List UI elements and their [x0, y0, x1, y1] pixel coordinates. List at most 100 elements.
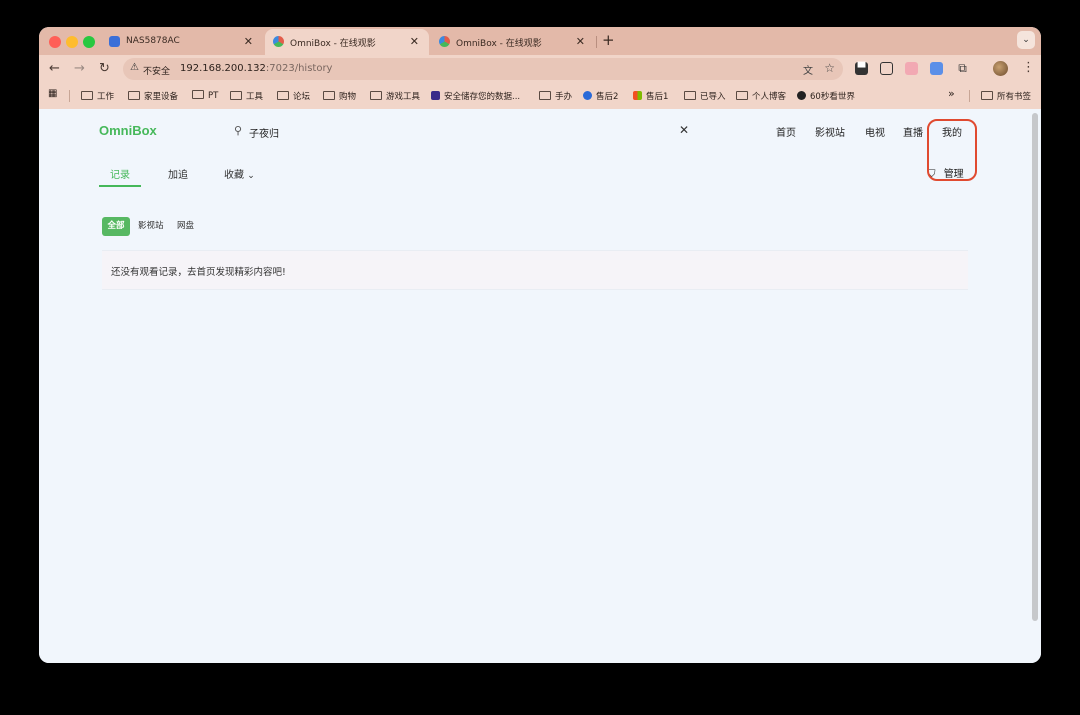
search-bar[interactable]: ⚲ 子夜归 ✕	[234, 123, 689, 141]
bookmark-link[interactable]: 60秒看世界	[797, 90, 855, 102]
omnibox-favicon-icon	[439, 36, 450, 47]
arrow-left-icon[interactable]: ←	[49, 61, 60, 76]
tab-search-button[interactable]: ⌄	[1017, 31, 1035, 49]
menu-kebab-icon[interactable]: ⋮	[1022, 60, 1035, 75]
tab-title: OmniBox - 在线观影	[456, 39, 542, 49]
tab-separator	[596, 36, 597, 48]
bookmark-label: 手办	[555, 92, 573, 102]
highlight-annotation-box	[927, 119, 977, 181]
bookmark-label: 安全储存您的数据...	[444, 92, 521, 102]
bookmark-folder[interactable]: 已导入	[684, 90, 726, 102]
bookmark-label: 游戏工具	[386, 92, 421, 102]
bookmark-folder[interactable]: 手办	[539, 90, 572, 102]
bookmark-label: 所有书签	[997, 92, 1032, 102]
reload-icon[interactable]: ↻	[99, 61, 110, 76]
folder-icon	[230, 91, 242, 100]
all-bookmarks-folder[interactable]: 所有书签	[981, 90, 1031, 102]
tab-history[interactable]: 记录	[110, 166, 130, 181]
search-input[interactable]: 子夜归	[249, 125, 279, 140]
url-host: 192.168.200.132	[180, 63, 266, 74]
tab-strip: NAS5878AC ✕ OmniBox - 在线观影 ✕ OmniBox - 在…	[39, 27, 1041, 55]
page-scrollbar[interactable]	[1032, 113, 1038, 621]
folder-icon	[736, 91, 748, 100]
bookmark-label: PT	[208, 91, 219, 101]
filter-all[interactable]: 全部	[102, 217, 130, 236]
close-tab-icon[interactable]: ✕	[244, 35, 253, 48]
tab-favorites[interactable]: 收藏 ⌄	[224, 166, 255, 181]
bookmark-folder[interactable]: 个人博客	[736, 90, 786, 102]
url-text[interactable]: 192.168.200.132:7023/history	[180, 63, 332, 74]
translate-icon[interactable]: 文	[803, 62, 813, 77]
nav-live[interactable]: 直播	[903, 124, 923, 139]
chevron-down-icon: ⌄	[247, 171, 255, 181]
new-tab-button[interactable]: +	[602, 31, 615, 49]
nav-home[interactable]: 首页	[776, 124, 796, 139]
empty-message: 还没有观看记录，去首页发现精彩内容吧!	[111, 267, 286, 278]
folder-icon	[277, 91, 289, 100]
clear-search-icon[interactable]: ✕	[679, 123, 689, 137]
folder-icon	[370, 91, 382, 100]
security-label[interactable]: 不安全	[143, 64, 170, 77]
address-bar[interactable]: ⚠ 不安全 192.168.200.132:7023/history 文 ☆	[123, 58, 843, 80]
folder-icon	[981, 91, 993, 100]
browser-window: NAS5878AC ✕ OmniBox - 在线观影 ✕ OmniBox - 在…	[39, 27, 1041, 663]
tab-following[interactable]: 加追	[168, 166, 188, 181]
bookmark-separator	[69, 90, 70, 102]
arrow-right-icon[interactable]: →	[74, 61, 85, 76]
apps-grid-icon[interactable]: ▦	[48, 88, 57, 99]
bookmark-label: 购物	[339, 92, 357, 102]
news-icon	[797, 91, 806, 100]
folder-icon	[684, 91, 696, 100]
bookmark-folder[interactable]: 游戏工具	[370, 90, 420, 102]
app-logo[interactable]: OmniBox	[99, 123, 157, 138]
bookmark-label: 家里设备	[144, 92, 179, 102]
minimize-window-button[interactable]	[66, 36, 78, 48]
profile-avatar[interactable]	[993, 61, 1008, 76]
maximize-window-button[interactable]	[83, 36, 95, 48]
blue-extension-icon[interactable]	[930, 62, 943, 75]
empty-history-panel: 还没有观看记录，去首页发现精彩内容吧!	[102, 250, 968, 290]
tab-title: OmniBox - 在线观影	[290, 39, 376, 49]
page-content: OmniBox ⚲ 子夜归 ✕ 首页 影视站 电视 直播 我的 记录 加追 收藏…	[39, 109, 1041, 663]
puzzle-extensions-icon[interactable]: ⧉	[956, 62, 969, 75]
bookmark-star-icon[interactable]: ☆	[824, 61, 835, 75]
active-tab-underline	[99, 185, 141, 187]
microsoft-icon	[633, 91, 642, 100]
nav-tv[interactable]: 电视	[865, 124, 885, 139]
tab-favorites-label: 收藏	[224, 170, 244, 181]
tab-title: NAS5878AC	[126, 36, 180, 46]
filter-movie-sites[interactable]: 影视站	[138, 217, 164, 236]
bookmark-folder[interactable]: 工作	[81, 90, 114, 102]
tab-omnibox-active[interactable]: OmniBox - 在线观影 ✕	[265, 29, 429, 55]
tab-omnibox[interactable]: OmniBox - 在线观影 ✕	[431, 29, 595, 55]
folder-icon	[192, 90, 204, 99]
omnibox-favicon-icon	[273, 36, 284, 47]
bookmarks-overflow-button[interactable]: »	[948, 87, 955, 100]
bookmark-folder[interactable]: PT	[192, 90, 218, 101]
close-tab-icon[interactable]: ✕	[576, 35, 585, 48]
browser-toolbar: ← → ↻ ⚠ 不安全 192.168.200.132:7023/history…	[39, 55, 1041, 84]
close-window-button[interactable]	[49, 36, 61, 48]
bookmark-folder[interactable]: 工具	[230, 90, 263, 102]
bookmark-folder[interactable]: 购物	[323, 90, 356, 102]
bookmark-link[interactable]: 售后2	[583, 90, 618, 102]
search-icon: ⚲	[234, 124, 243, 137]
bookmark-folder[interactable]: 家里设备	[128, 90, 178, 102]
bookmark-label: 售后1	[646, 92, 669, 102]
bookmark-link[interactable]: 售后1	[633, 90, 668, 102]
screenshot-extension-icon[interactable]	[880, 62, 893, 75]
warning-icon: ⚠	[130, 62, 139, 73]
filter-netdisk[interactable]: 网盘	[177, 217, 194, 236]
bookmark-label: 个人博客	[752, 92, 787, 102]
tab-nas[interactable]: NAS5878AC ✕	[101, 29, 263, 55]
pink-extension-icon[interactable]	[905, 62, 918, 75]
close-tab-icon[interactable]: ✕	[410, 35, 419, 48]
bookmark-link[interactable]: 安全储存您的数据...	[431, 90, 520, 102]
bookmark-label: 60秒看世界	[810, 92, 855, 102]
bookmark-folder[interactable]: 论坛	[277, 90, 310, 102]
extension-icon[interactable]: ▀	[855, 62, 868, 75]
nav-movie-sites[interactable]: 影视站	[815, 124, 845, 139]
folder-icon	[81, 91, 93, 100]
nas-favicon-icon	[109, 36, 120, 47]
folder-icon	[539, 91, 551, 100]
